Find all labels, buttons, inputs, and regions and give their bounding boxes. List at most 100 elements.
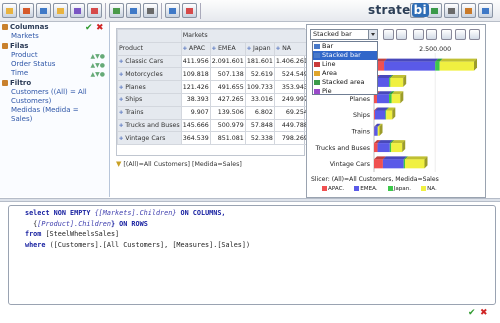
row-header[interactable]: ✚ Ships — [117, 92, 182, 107]
filas-item-label: Product — [11, 51, 38, 59]
chart-type-value: Stacked bar — [313, 30, 352, 38]
mdx-keyword: } ON ROWS — [110, 219, 148, 228]
table-cell: 411.956 — [180, 54, 211, 69]
table-cell: 9.907 — [180, 105, 211, 120]
settings-icon[interactable] — [461, 3, 476, 18]
filter-icon: ▼ — [116, 160, 122, 168]
bar-segment — [376, 77, 390, 87]
move-down-icon[interactable] — [396, 29, 407, 40]
row-header[interactable]: ✚ Planes — [117, 80, 182, 94]
table-cell: 38.393 — [180, 92, 211, 107]
mdx-icon[interactable] — [126, 3, 141, 18]
column-dimension-header[interactable]: Markets — [180, 29, 310, 43]
bar-top-face — [382, 156, 407, 160]
category-label: Trains — [351, 128, 370, 135]
help-icon[interactable] — [478, 3, 493, 18]
chart-icon[interactable] — [182, 3, 197, 18]
bar-segment — [377, 126, 380, 136]
column-header-label: Japan — [253, 45, 271, 53]
mdx-keyword: ON COLUMNS, — [176, 209, 226, 217]
category-label: Vintage Cars — [330, 161, 370, 168]
column-header[interactable]: ✚ EMEA — [209, 41, 246, 56]
filtro-item[interactable]: Medidas (Medida = Sales) — [0, 106, 92, 124]
refresh-icon[interactable] — [413, 29, 424, 40]
chart-type-option[interactable]: Stacked bar — [313, 51, 377, 60]
sort-icon[interactable] — [143, 3, 158, 18]
mdx-line: select NON EMPTY {[Markets].Children} ON… — [25, 208, 250, 219]
table-cell: 507.138 — [209, 67, 246, 82]
filas-item[interactable]: Time ▲▼● — [0, 69, 109, 78]
save-icon[interactable] — [36, 3, 51, 18]
chart-type-option[interactable]: Bar — [313, 42, 377, 51]
mdx-query-text[interactable]: select NON EMPTY {[Markets].Children} ON… — [25, 208, 250, 250]
logo-text: strate — [368, 3, 411, 17]
table-header-row: Markets — [117, 29, 310, 43]
table-icon[interactable] — [165, 3, 180, 18]
filtro-item[interactable]: Customers ((All) = All Customers) — [0, 88, 92, 106]
chart-settings-icon[interactable] — [441, 29, 452, 40]
filas-item[interactable]: Product ▲▼● — [0, 51, 109, 60]
row-header[interactable]: ✚ Trains — [117, 105, 182, 120]
hide-empty-icon[interactable] — [109, 3, 124, 18]
swap-axes-icon[interactable] — [87, 3, 102, 18]
chart-type-option[interactable]: Area — [313, 69, 377, 78]
apply-icon[interactable]: ✔ — [468, 308, 476, 318]
row-dimension-header[interactable]: Product — [117, 41, 182, 56]
column-header[interactable]: ✚ APAC — [180, 41, 211, 56]
forward-icon[interactable] — [426, 29, 437, 40]
chart-properties-icon[interactable] — [469, 29, 480, 40]
chart-type-option[interactable]: Stacked area — [313, 78, 377, 87]
x-tick-label: 2.500.000 — [419, 46, 451, 53]
row-header[interactable]: ✚ Classic Cars — [117, 54, 182, 69]
bar-segment — [382, 159, 404, 169]
row-header[interactable]: ✚ Vintage Cars — [117, 131, 182, 146]
new-icon[interactable] — [2, 3, 17, 18]
table-cell: 139.506 — [209, 105, 246, 120]
cancel-icon[interactable]: ✖ — [480, 308, 488, 318]
mdx-line: from [SteelWheelsSales] — [25, 229, 250, 240]
filas-item[interactable]: Order Status ▲▼● — [0, 60, 109, 69]
row-header[interactable]: ✚ Motorcycles — [117, 67, 182, 82]
section-columnas: Columnas ✔ ✖ — [0, 22, 109, 33]
legend-swatch — [354, 186, 360, 191]
query-structure-panel: Columnas ✔ ✖ Markets Filas Product ▲▼● Or… — [0, 22, 110, 197]
chart-type-dropdown[interactable]: Bar Stacked bar Line Area Stacked area Pie — [312, 41, 378, 95]
move-up-icon[interactable] — [383, 29, 394, 40]
table-row: ✚ Vintage Cars 364.539 851.081 52.338 798… — [117, 131, 310, 146]
legend-swatch — [322, 186, 327, 191]
print-icon[interactable] — [444, 3, 459, 18]
row-header-label: Classic Cars — [125, 57, 164, 65]
table-cell: 1.406.261 — [273, 54, 310, 69]
filtro-item-label: Medidas (Medida = Sales) — [11, 106, 79, 123]
excel-export-icon[interactable] — [427, 3, 442, 18]
mdx-slicer: ([Customers].[All Customers], [Measures]… — [49, 240, 251, 249]
splitter[interactable] — [0, 198, 500, 202]
drill-icon[interactable] — [70, 3, 85, 18]
bar-segment — [391, 94, 401, 104]
table-cell: 52.619 — [244, 67, 275, 82]
table-cell: 57.848 — [244, 118, 275, 133]
legend-item: NA. — [421, 186, 442, 192]
section-filas: Filas — [0, 41, 109, 51]
table-cell: 449.788 — [273, 118, 310, 133]
filtro-item-label: Customers ((All) = All Customers) — [11, 88, 87, 105]
category-label: Ships — [353, 112, 370, 119]
chart-type-option[interactable]: Line — [313, 60, 377, 69]
legend-label: NA. — [427, 186, 437, 192]
mdx-member: [Product].Children — [37, 219, 111, 228]
columnas-item[interactable]: Markets — [0, 32, 109, 41]
bar-segment — [384, 61, 436, 71]
open-folder-icon[interactable] — [53, 3, 68, 18]
row-header[interactable]: ✚ Trucks and Buses — [117, 118, 182, 133]
main-toolbar: strate bi — [0, 0, 500, 22]
column-header[interactable]: ✚ Japan — [244, 41, 275, 56]
section-title: Columnas — [10, 23, 49, 31]
open-icon[interactable] — [19, 3, 34, 18]
data-labels-icon[interactable] — [455, 29, 466, 40]
table-cell: 181.601 — [244, 54, 275, 69]
column-header[interactable]: ✚ NA — [273, 41, 310, 56]
table-cell: 500.979 — [209, 118, 246, 133]
chart-type-option[interactable]: Pie — [313, 87, 377, 96]
chart-legend: APAC. EMEA. Japan. NA. — [322, 186, 447, 192]
chart-type-select[interactable]: Stacked bar — [310, 29, 378, 40]
